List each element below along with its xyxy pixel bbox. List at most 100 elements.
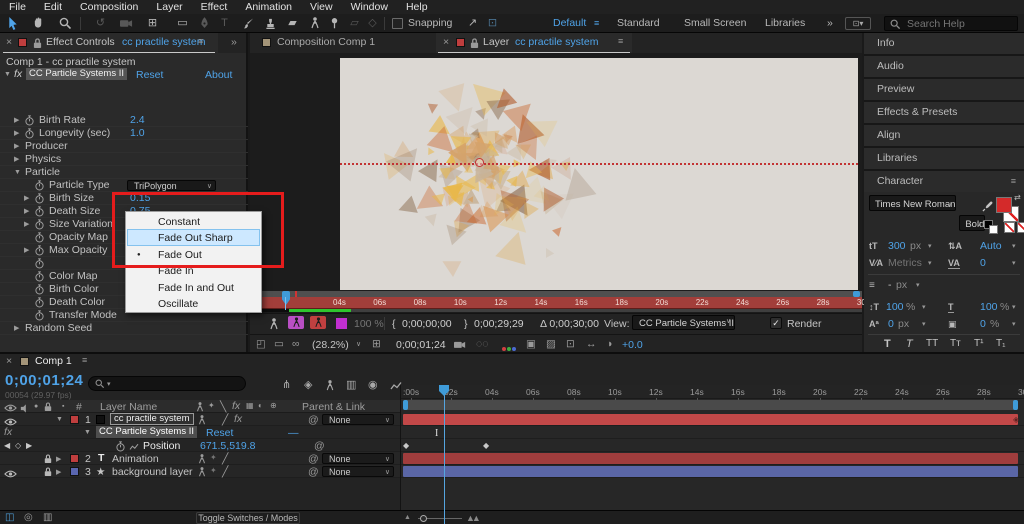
- effect-header-row[interactable]: ▼ fx CC Particle Systems II Reset About: [0, 68, 248, 81]
- position-keyframe-track[interactable]: [403, 440, 1018, 451]
- disclosure-arrow[interactable]: [14, 169, 25, 176]
- workspace-manager-button[interactable]: ⊡▾: [845, 17, 871, 30]
- panel-header[interactable]: Preview: [864, 79, 1024, 100]
- next-keyframe-icon[interactable]: ▶: [26, 441, 32, 450]
- goggles-icon[interactable]: ∞: [292, 338, 300, 350]
- dropdown-menu-item[interactable]: Oscillate: [127, 295, 260, 311]
- all-caps-button[interactable]: TT: [926, 338, 938, 349]
- workspace-menu-icon[interactable]: ≡: [594, 17, 599, 30]
- render-checkbox[interactable]: ✓: [770, 317, 782, 329]
- stopwatch-icon[interactable]: [35, 257, 49, 269]
- reset-link[interactable]: Reset: [136, 69, 163, 81]
- tsume-value[interactable]: 0: [980, 318, 986, 330]
- frame-mix-icon[interactable]: [288, 316, 304, 329]
- grid-guides-icon[interactable]: ⊞: [372, 338, 381, 350]
- motion-blur-icon[interactable]: ◉: [368, 378, 378, 391]
- show-snapshot-icon[interactable]: ◌◌: [476, 338, 488, 350]
- pixel-aspect-icon[interactable]: ↔: [586, 338, 597, 350]
- quality-switch-icon[interactable]: ╱: [222, 414, 228, 426]
- lock-icon[interactable]: [44, 466, 52, 478]
- 3d-switch-icon[interactable]: ⊕: [270, 401, 277, 410]
- stopwatch-icon[interactable]: [35, 231, 49, 243]
- expand-transfer-controls-icon[interactable]: ◎: [24, 512, 33, 523]
- layer-name[interactable]: Animation: [112, 453, 159, 465]
- disclosure-arrow[interactable]: ▼: [84, 429, 91, 436]
- superscript-button[interactable]: T¹: [974, 338, 983, 349]
- layer-bar-1[interactable]: [403, 414, 1018, 425]
- kerning-value[interactable]: Metrics: [888, 257, 922, 269]
- shy-layers-icon[interactable]: [326, 379, 334, 391]
- camera-tool-icon[interactable]: [118, 16, 135, 31]
- dropdown-menu-item[interactable]: Fade In and Out: [127, 279, 260, 295]
- help-search-input[interactable]: [905, 17, 1005, 31]
- font-family-dropdown[interactable]: Times New Roman∨: [869, 195, 956, 211]
- layer-label-chip[interactable]: [70, 467, 79, 476]
- in-point-value[interactable]: 0;00;00;00: [402, 318, 452, 330]
- panel-menu-icon[interactable]: ≡: [1011, 171, 1016, 192]
- layer-bar-3[interactable]: [403, 466, 1018, 477]
- tracking-value[interactable]: 0: [980, 257, 986, 269]
- panel-header[interactable]: Effects & Presets: [864, 102, 1024, 123]
- default-stroke-icon[interactable]: [989, 225, 998, 234]
- faux-bold-button[interactable]: T: [884, 338, 891, 350]
- timeline-search-box[interactable]: ▾: [88, 376, 246, 391]
- frame-blend-switch-icon[interactable]: ▦: [246, 401, 254, 410]
- workspace-overflow-icon[interactable]: »: [827, 17, 833, 30]
- eraser-tool-icon[interactable]: ▰: [284, 16, 301, 31]
- about-link[interactable]: About: [205, 69, 232, 81]
- menu-item[interactable]: View: [301, 0, 342, 14]
- eye-icon[interactable]: [4, 468, 17, 480]
- horizontal-scale-value[interactable]: 100: [980, 301, 998, 313]
- stopwatch-icon[interactable]: [35, 244, 49, 256]
- disclosure-arrow[interactable]: [14, 116, 25, 124]
- workspace-tab-standard[interactable]: Standard: [617, 17, 660, 30]
- parent-dropdown[interactable]: None∨: [322, 466, 394, 477]
- fx-badge-icon[interactable]: fx: [234, 413, 242, 425]
- chevron-down-icon[interactable]: ▾: [928, 259, 932, 267]
- effects-switch-icon[interactable]: fx: [232, 400, 240, 412]
- eyedropper-icon[interactable]: [982, 200, 993, 212]
- layer-label-chip[interactable]: [70, 454, 79, 463]
- puppet-pin-tool-icon[interactable]: [326, 16, 343, 31]
- lock-icon[interactable]: [44, 453, 52, 465]
- fill-color-swatch[interactable]: [996, 197, 1012, 213]
- layer-name[interactable]: background layer: [112, 466, 193, 478]
- quality-switch-icon[interactable]: ╲: [220, 401, 226, 413]
- disclosure-arrow[interactable]: [24, 194, 35, 202]
- quality-switch-icon[interactable]: ╱: [222, 453, 228, 465]
- quality-switch-icon[interactable]: ╱: [222, 466, 228, 478]
- collapse-switch-icon[interactable]: ✦: [210, 466, 217, 475]
- reset-link[interactable]: Reset: [206, 427, 233, 439]
- small-caps-button[interactable]: Tᴛ: [950, 338, 961, 349]
- disclosure-arrow[interactable]: ▶: [56, 455, 61, 463]
- comp-marker-icon[interactable]: ◈: [1013, 415, 1019, 424]
- menu-item[interactable]: Window: [342, 0, 397, 14]
- menu-item[interactable]: File: [0, 0, 35, 14]
- snapping-checkbox[interactable]: [392, 18, 403, 29]
- effect-name[interactable]: CC Particle Systems II: [26, 68, 127, 80]
- workspace-tab-default[interactable]: Default: [553, 17, 586, 30]
- property-name[interactable]: Position: [143, 440, 180, 452]
- close-icon[interactable]: ×: [6, 355, 12, 367]
- zoom-tool-icon[interactable]: [56, 16, 73, 31]
- panel-menu-icon[interactable]: ≡: [198, 36, 203, 46]
- frame-blending-icon[interactable]: ▥: [346, 378, 356, 391]
- position-value[interactable]: 671.5,519.8: [200, 440, 255, 452]
- tab-composition[interactable]: Composition Comp 1: [277, 36, 375, 48]
- collapse-switch-icon[interactable]: ✦: [208, 401, 215, 410]
- lock-icon[interactable]: [470, 37, 479, 49]
- layer-bar-2[interactable]: [403, 453, 1018, 464]
- shy-switch-icon[interactable]: [198, 453, 206, 465]
- motion-path-point[interactable]: [475, 158, 484, 167]
- pen-tool-icon[interactable]: [196, 16, 213, 31]
- timeline-tab[interactable]: × Comp 1 ≡: [0, 354, 1024, 370]
- disclosure-arrow[interactable]: [14, 129, 25, 137]
- panel-menu-icon[interactable]: ≡: [82, 355, 87, 365]
- stopwatch-icon[interactable]: [35, 309, 49, 321]
- chevron-down-icon[interactable]: ▾: [922, 303, 926, 311]
- parent-pickwhip-icon[interactable]: @: [308, 466, 319, 478]
- panel-header-character[interactable]: Character ≡: [864, 171, 1024, 192]
- chevron-down-icon[interactable]: ▾: [1012, 242, 1016, 250]
- chevron-down-icon[interactable]: ▾: [922, 320, 926, 328]
- font-size-value[interactable]: 300: [888, 240, 906, 252]
